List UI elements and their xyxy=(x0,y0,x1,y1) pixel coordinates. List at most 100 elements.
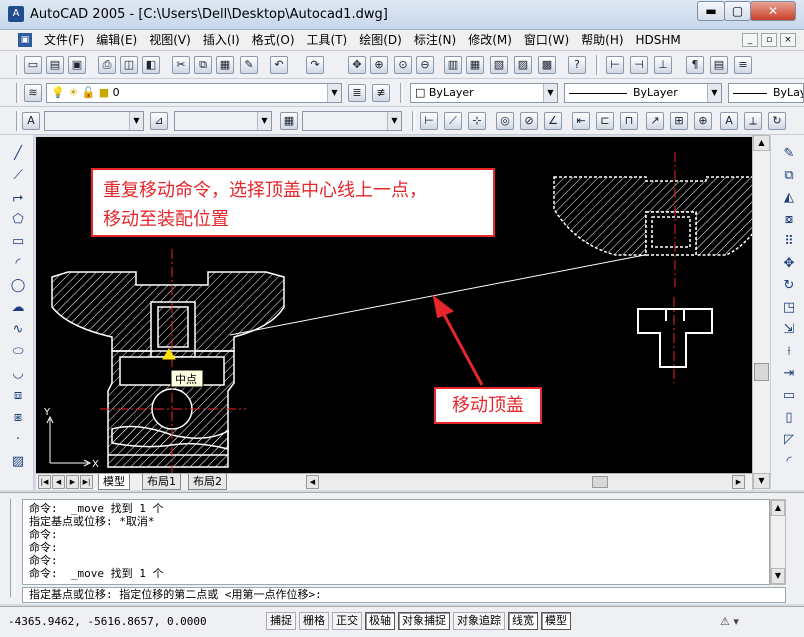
menu-modify[interactable]: 修改(M) xyxy=(462,32,518,49)
scroll-up-icon[interactable]: ▲ xyxy=(771,500,785,516)
chevron-down-icon[interactable]: ▼ xyxy=(387,112,401,130)
lineweight-dropdown[interactable]: ByLay xyxy=(728,83,804,103)
diameter-dimension-icon[interactable]: ⊘ xyxy=(520,112,538,130)
drawing-horizontal-scrollbar[interactable]: ◀ ▶ xyxy=(306,475,746,489)
save-icon[interactable]: ▣ xyxy=(68,56,86,74)
model-space-toggle[interactable]: 模型 xyxy=(541,612,571,630)
redo-icon[interactable]: ↷ xyxy=(306,56,324,74)
text-style-icon[interactable]: ¶ xyxy=(686,56,704,74)
menu-view[interactable]: 视图(V) xyxy=(143,32,197,49)
chevron-down-icon[interactable]: ▼ xyxy=(707,84,721,102)
scroll-left-icon[interactable]: ◀ xyxy=(306,475,319,489)
quick-dimension-icon[interactable]: ⇤ xyxy=(572,112,590,130)
extend-icon[interactable]: ⇥ xyxy=(780,365,798,383)
line-icon[interactable]: ╱ xyxy=(9,145,27,163)
publish-icon[interactable]: ◧ xyxy=(142,56,160,74)
ordinate-dimension-icon[interactable]: ⊹ xyxy=(468,112,486,130)
dim-style-dropdown[interactable]: ▼ xyxy=(174,111,272,131)
menu-window[interactable]: 窗口(W) xyxy=(518,32,575,49)
tool-palettes-icon[interactable]: ▧ xyxy=(490,56,508,74)
angular-dimension-icon[interactable]: ∠ xyxy=(544,112,562,130)
cut-icon[interactable]: ✂ xyxy=(172,56,190,74)
aligned-dimension-icon[interactable]: ⟋ xyxy=(444,112,462,130)
arc-icon[interactable]: ◜ xyxy=(9,255,27,273)
tab-model[interactable]: 模型 xyxy=(98,474,130,490)
dimension-text-edit-icon[interactable]: ⟂ xyxy=(744,112,762,130)
toolbar-grip[interactable] xyxy=(16,83,19,103)
scroll-right-icon[interactable]: ▶ xyxy=(732,475,745,489)
ellipse-arc-icon[interactable]: ◡ xyxy=(9,365,27,383)
next-tab-icon[interactable]: ▶ xyxy=(66,475,79,489)
layer-dropdown[interactable]: 💡 ☀ 🔓 ■ 0 ▼ xyxy=(46,83,342,103)
status-tray-icons[interactable]: ⚠ ▾ xyxy=(720,615,739,628)
menu-dimension[interactable]: 标注(N) xyxy=(408,32,462,49)
spline-icon[interactable]: ∿ xyxy=(9,321,27,339)
linetype-dropdown[interactable]: ByLayer ▼ xyxy=(564,83,722,103)
drawing-vertical-scrollbar[interactable]: ▲ ▼ xyxy=(752,135,770,490)
command-window-grip[interactable] xyxy=(10,499,15,597)
document-icon[interactable]: ▣ xyxy=(18,33,32,47)
linear-dimension-icon[interactable]: ⊢ xyxy=(420,112,438,130)
table-style-icon[interactable]: ▤ xyxy=(710,56,728,74)
rectangle-icon[interactable]: ▭ xyxy=(9,233,27,251)
chevron-down-icon[interactable]: ▼ xyxy=(129,112,143,130)
help-icon[interactable]: ? xyxy=(568,56,586,74)
dimension-update-icon[interactable]: ↻ xyxy=(768,112,786,130)
menu-hdshm[interactable]: HDSHM xyxy=(630,32,687,49)
undo-icon[interactable]: ↶ xyxy=(270,56,288,74)
dim-linear-icon[interactable]: ⊢ xyxy=(606,56,624,74)
layer-manager-icon[interactable]: ≋ xyxy=(24,84,42,102)
make-block-icon[interactable]: ⧆ xyxy=(9,409,27,427)
menu-format[interactable]: 格式(O) xyxy=(246,32,301,49)
otrack-toggle[interactable]: 对象追踪 xyxy=(453,612,505,630)
fillet-icon[interactable]: ◜ xyxy=(780,453,798,471)
lineweight-toggle[interactable]: 线宽 xyxy=(508,612,538,630)
make-layer-current-icon[interactable]: ≣ xyxy=(348,84,366,102)
autocad-app-icon[interactable]: A xyxy=(8,6,24,22)
new-file-icon[interactable]: ▭ xyxy=(24,56,42,74)
quick-leader-icon[interactable]: ↗ xyxy=(646,112,664,130)
small-t-part[interactable] xyxy=(637,308,713,368)
snap-toggle[interactable]: 捕捉 xyxy=(266,612,296,630)
center-mark-icon[interactable]: ⊕ xyxy=(694,112,712,130)
menu-tools[interactable]: 工具(T) xyxy=(301,32,354,49)
horizontal-scroll-thumb[interactable] xyxy=(592,476,608,488)
table-style-manager-icon[interactable]: ▦ xyxy=(280,112,298,130)
layer-previous-icon[interactable]: ≢ xyxy=(372,84,390,102)
hatch-icon[interactable]: ▨ xyxy=(9,453,27,471)
tab-layout2[interactable]: 布局2 xyxy=(188,474,227,490)
ellipse-icon[interactable]: ⬭ xyxy=(9,343,27,361)
mirror-icon[interactable]: ◭ xyxy=(780,189,798,207)
layer-tools-icon[interactable]: ≡ xyxy=(734,56,752,74)
pan-realtime-icon[interactable]: ✥ xyxy=(348,56,366,74)
toolbar-grip[interactable] xyxy=(16,111,19,131)
scroll-down-icon[interactable]: ▼ xyxy=(771,568,785,584)
point-icon[interactable]: · xyxy=(9,431,27,449)
move-icon[interactable]: ✥ xyxy=(780,255,798,273)
zoom-previous-icon[interactable]: ⊖ xyxy=(416,56,434,74)
design-center-icon[interactable]: ▦ xyxy=(466,56,484,74)
color-dropdown[interactable]: □ ByLayer ▼ xyxy=(410,83,558,103)
chevron-down-icon[interactable]: ▼ xyxy=(327,84,341,102)
erase-icon[interactable]: ✎ xyxy=(780,145,798,163)
table-style-dropdown[interactable]: ▼ xyxy=(302,111,402,131)
copy-icon[interactable]: ⧉ xyxy=(194,56,212,74)
grid-toggle[interactable]: 栅格 xyxy=(299,612,329,630)
cursor-coordinates[interactable]: -4365.9462, -5616.8657, 0.0000 xyxy=(8,615,207,628)
vertical-scroll-thumb[interactable] xyxy=(754,363,769,381)
close-button[interactable]: ✕ xyxy=(750,1,796,21)
construction-line-icon[interactable]: ⟋ xyxy=(9,167,27,185)
command-history-scrollbar[interactable]: ▲ ▼ xyxy=(770,499,786,585)
copy-object-icon[interactable]: ⧉ xyxy=(780,167,798,185)
toolbar-grip[interactable] xyxy=(596,55,599,75)
ortho-toggle[interactable]: 正交 xyxy=(332,612,362,630)
scale-icon[interactable]: ◳ xyxy=(780,299,798,317)
menu-insert[interactable]: 插入(I) xyxy=(197,32,246,49)
paste-icon[interactable]: ▦ xyxy=(216,56,234,74)
open-file-icon[interactable]: ▤ xyxy=(46,56,64,74)
insert-block-icon[interactable]: ⧈ xyxy=(9,387,27,405)
break-at-point-icon[interactable]: ▭ xyxy=(780,387,798,405)
match-properties-icon[interactable]: ✎ xyxy=(240,56,258,74)
markup-icon[interactable]: ▩ xyxy=(538,56,556,74)
command-input[interactable]: 指定基点或位移: 指定位移的第二点或 <用第一点作位移>: xyxy=(22,587,786,603)
